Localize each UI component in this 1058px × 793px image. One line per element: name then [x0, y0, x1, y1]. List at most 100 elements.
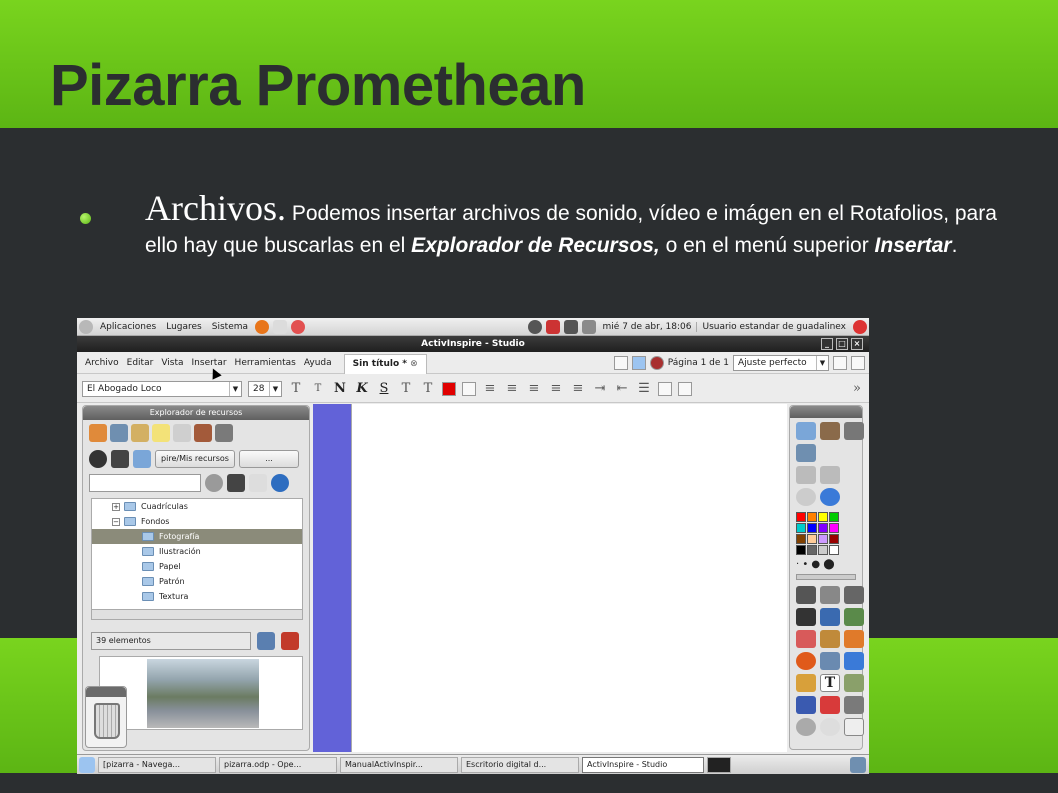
fill-icon[interactable] — [820, 630, 840, 648]
shutdown-icon[interactable] — [853, 319, 867, 334]
trash-panel[interactable] — [85, 686, 127, 748]
color-swatch[interactable] — [796, 512, 806, 522]
volume-icon[interactable] — [581, 319, 596, 334]
list-icon[interactable] — [249, 474, 267, 492]
note-icon[interactable] — [152, 424, 170, 442]
tree-row-papel[interactable]: Papel — [92, 559, 302, 574]
snowflake-icon[interactable] — [631, 355, 646, 370]
color-swatch[interactable] — [818, 545, 828, 555]
folder-open-icon[interactable] — [131, 424, 149, 442]
color-swatch[interactable] — [829, 523, 839, 533]
align-center-icon[interactable]: ≡ — [504, 381, 520, 396]
close-button[interactable]: × — [851, 338, 863, 350]
help-icon[interactable] — [291, 319, 306, 334]
color-swatch[interactable] — [796, 523, 806, 533]
path-field[interactable]: pire/Mis recursos — [155, 450, 235, 468]
firefox-icon[interactable] — [255, 319, 270, 334]
flipchart-canvas[interactable] — [351, 404, 787, 752]
snowflake-tool-icon[interactable] — [844, 652, 864, 670]
globe-icon[interactable] — [820, 488, 840, 506]
menu-ayuda[interactable]: Ayuda — [300, 358, 336, 368]
color-swatch[interactable] — [807, 545, 817, 555]
color-swatch[interactable] — [829, 512, 839, 522]
task-manual-activinspire[interactable]: ManualActivInspir... — [340, 756, 458, 773]
magic-wand-icon[interactable] — [215, 424, 233, 442]
color-swatch[interactable] — [796, 534, 806, 544]
scissors-icon[interactable] — [844, 586, 864, 604]
color-swatch[interactable] — [829, 534, 839, 544]
indent-icon[interactable]: ≡ — [570, 381, 586, 396]
line-spacing-icon[interactable]: ≡ — [548, 381, 564, 396]
trash-icon[interactable] — [94, 703, 120, 739]
tree-row-ilustracion[interactable]: Ilustración — [92, 544, 302, 559]
font-shrink-icon[interactable]: T — [310, 383, 326, 394]
users-icon[interactable] — [111, 450, 129, 468]
italic-button[interactable]: K — [354, 381, 370, 396]
align-left-icon[interactable]: ≡ — [482, 381, 498, 396]
pen-width-slider[interactable] — [796, 574, 856, 580]
menu-archivo[interactable]: Archivo — [77, 358, 123, 368]
close-doc-icon[interactable] — [851, 355, 865, 370]
connector-icon[interactable] — [820, 652, 840, 670]
tools-icon[interactable] — [820, 586, 840, 604]
task-pizarra-odp[interactable]: pizarra.odp - Ope... — [219, 756, 337, 773]
street-photo-thumbnail[interactable] — [147, 659, 259, 728]
next-page-icon[interactable] — [820, 466, 840, 484]
undo-icon[interactable] — [796, 718, 816, 736]
font-select[interactable]: El Abogado Loco ▼ — [82, 380, 242, 397]
table-icon[interactable] — [658, 381, 672, 396]
ubuntu-logo-icon[interactable] — [79, 319, 93, 334]
task-activinspire-studio[interactable]: ActivInspire - Studio — [582, 756, 704, 773]
power-status-icon[interactable] — [527, 319, 542, 334]
color-swatch[interactable] — [807, 534, 817, 544]
decrease-indent-icon[interactable]: ⇤ — [614, 381, 630, 396]
menu-herramientas[interactable]: Herramientas — [231, 358, 300, 368]
pen-edit-icon[interactable] — [844, 696, 864, 714]
task-pizarra-navegador[interactable]: [pizarra - Navega... — [98, 756, 216, 773]
minimize-button[interactable]: _ — [821, 338, 833, 350]
superscript-icon[interactable]: T — [398, 381, 414, 396]
details-icon[interactable] — [257, 632, 275, 650]
record-icon[interactable] — [649, 355, 664, 370]
browse-button[interactable]: ... — [239, 450, 299, 468]
select-arrow-icon[interactable] — [796, 586, 816, 604]
grid-icon[interactable] — [678, 381, 692, 396]
color-swatch[interactable] — [807, 512, 817, 522]
pen-width-dots[interactable]: · • ● ⬤ — [790, 557, 862, 572]
text-tool-icon[interactable]: T — [820, 674, 840, 692]
collapse-icon[interactable]: − — [112, 517, 120, 526]
network-icon[interactable] — [563, 319, 578, 334]
flask-icon[interactable] — [796, 696, 816, 714]
handwriting-icon[interactable] — [844, 674, 864, 692]
subscript-icon[interactable]: T — [420, 381, 436, 396]
color-swatch[interactable] — [818, 512, 828, 522]
shapes-icon[interactable] — [844, 630, 864, 648]
flipchart-icon[interactable] — [796, 422, 816, 440]
tree-row-fotografia[interactable]: Fotografía — [92, 529, 302, 544]
tree-row-fondos[interactable]: − Fondos — [92, 514, 302, 529]
browser-icon[interactable] — [820, 422, 840, 440]
zoom-select[interactable]: Ajuste perfecto ▼ — [733, 354, 829, 371]
image-icon[interactable] — [844, 608, 864, 626]
font-grow-icon[interactable]: T — [288, 381, 304, 396]
expand-icon[interactable]: + — [112, 502, 120, 511]
restore-icon[interactable] — [833, 355, 847, 370]
show-desktop-icon[interactable] — [79, 756, 95, 773]
search-icon[interactable] — [271, 474, 289, 492]
search-input[interactable] — [89, 474, 201, 492]
font-size-select[interactable]: 28 ▼ — [248, 380, 282, 397]
color-swatch[interactable] — [829, 545, 839, 555]
resource-type-icon[interactable] — [89, 424, 107, 442]
play-icon[interactable] — [205, 474, 223, 492]
user-name[interactable]: Usuario estandar de guadalinex — [696, 321, 851, 332]
color-swatch[interactable] — [818, 523, 828, 533]
pen-icon[interactable] — [796, 608, 816, 626]
play-icon[interactable] — [796, 488, 816, 506]
align-right-icon[interactable]: ≡ — [526, 381, 542, 396]
tree-row-textura[interactable]: Textura — [92, 589, 302, 604]
menu-insertar[interactable]: Insertar — [188, 358, 231, 368]
redo-icon[interactable] — [820, 718, 840, 736]
color-swatch[interactable] — [807, 523, 817, 533]
clock[interactable]: mié 7 de abr, 18:06 — [598, 322, 697, 332]
document-icon[interactable] — [173, 424, 191, 442]
